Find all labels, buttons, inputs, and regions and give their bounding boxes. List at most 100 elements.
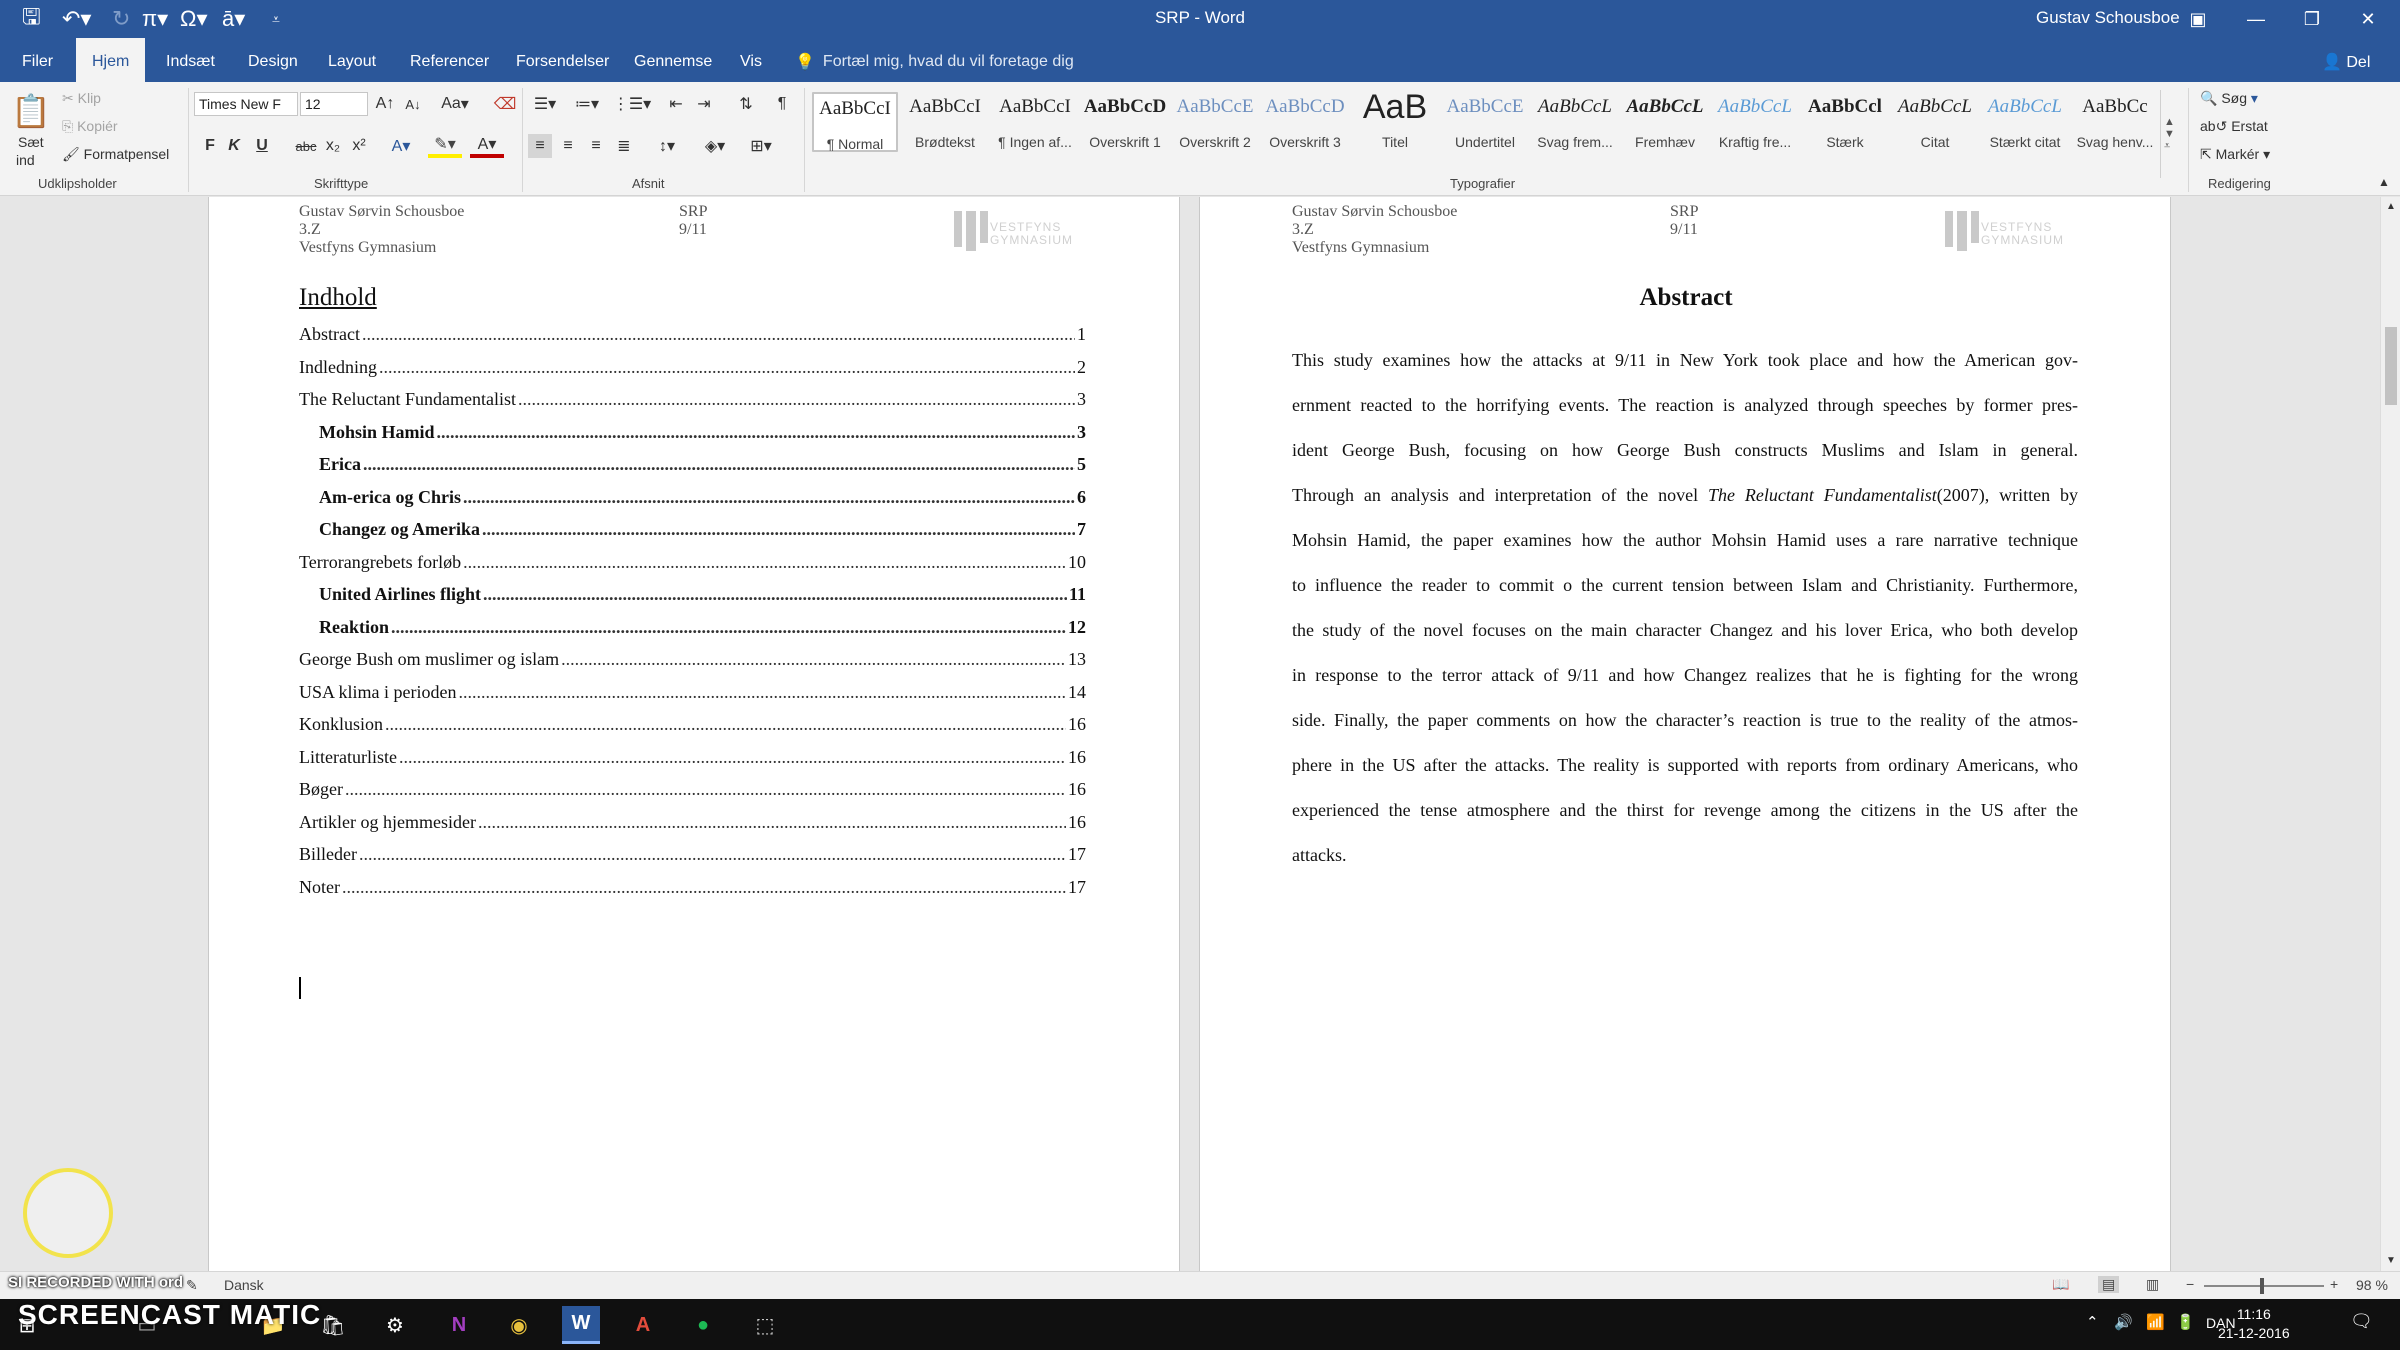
select-button[interactable]: ⇱ Markér ▾ (2200, 146, 2270, 163)
collapse-ribbon-icon[interactable]: ▲ (2376, 174, 2392, 190)
snipping-icon[interactable]: ⬚ (746, 1306, 784, 1344)
paste-icon[interactable]: 📋 (11, 88, 51, 134)
tab-hjem[interactable]: Hjem (76, 38, 146, 82)
user-name[interactable]: Gustav Schousboe (2036, 8, 2180, 28)
toc-entry[interactable]: USA klima i perioden 14 (299, 671, 1086, 703)
style-overskrift-1[interactable]: AaBbCcD Overskrift 1 (1082, 92, 1168, 152)
style-normal[interactable]: AaBbCcI ¶ Normal (812, 92, 898, 152)
tab-forsendelser[interactable]: Forsendelser (500, 38, 625, 82)
clear-formatting-icon[interactable]: ⌫ (492, 92, 518, 116)
restore-button[interactable]: ❐ (2284, 0, 2340, 38)
paste-label[interactable]: Sæt (18, 134, 44, 150)
styles-scroll[interactable]: ▲ ▼ ⩡ (2160, 90, 2178, 178)
italic-button[interactable]: K (224, 134, 244, 158)
align-center-icon[interactable]: ≡ (556, 134, 580, 158)
toc-entry[interactable]: Erica 5 (319, 443, 1086, 475)
style-kraftig-fre[interactable]: AaBbCcL Kraftig fre... (1712, 92, 1798, 152)
page-abstract[interactable]: Gustav Sørvin Schousboe 3.Z Vestfyns Gym… (1199, 197, 2171, 1271)
spotify-icon[interactable]: ● (684, 1306, 722, 1344)
toc-entry[interactable]: Indledning 2 (299, 346, 1086, 378)
find-button[interactable]: 🔍 Søg ▾ (2200, 90, 2258, 107)
print-layout-icon[interactable]: ▤ (2098, 1276, 2120, 1293)
proofing-icon[interactable]: ✎ (186, 1277, 198, 1294)
scroll-down-icon[interactable]: ▼ (2384, 1253, 2398, 1267)
increase-indent-icon[interactable]: ⇥ (692, 92, 716, 116)
tab-filer[interactable]: Filer (6, 38, 69, 82)
style-titel[interactable]: AaB Titel (1352, 92, 1438, 152)
superscript-button[interactable]: x² (348, 134, 370, 158)
toc-entry[interactable]: Terrorangrebets forløb 10 (299, 541, 1086, 573)
tab-layout[interactable]: Layout (312, 38, 392, 82)
web-layout-icon[interactable]: ▥ (2146, 1276, 2159, 1293)
text-effects-icon[interactable]: A▾ (386, 134, 416, 158)
toc-entry[interactable]: Artikler og hjemmesider 16 (299, 801, 1086, 833)
toc-entry[interactable]: Abstract 1 (299, 313, 1086, 345)
copy-button[interactable]: ⎘ Kopiér (62, 118, 118, 135)
style-ingen-af[interactable]: AaBbCcI ¶ Ingen af... (992, 92, 1078, 152)
bullets-icon[interactable]: ☰▾ (528, 92, 562, 116)
acrobat-icon[interactable]: A (624, 1306, 662, 1344)
zoom-slider[interactable] (2204, 1285, 2324, 1287)
align-left-icon[interactable]: ≡ (528, 134, 552, 158)
shading-icon[interactable]: ◈▾ (698, 134, 732, 158)
sort-icon[interactable]: ⇅ (734, 92, 758, 116)
toc-entry[interactable]: Litteraturliste 16 (299, 736, 1086, 768)
tell-me-box[interactable]: 💡 Fortæl mig, hvad du vil foretage dig (795, 52, 1074, 72)
clock[interactable]: 11:16 21-12-2016 (2218, 1305, 2290, 1343)
tab-design[interactable]: Design (232, 38, 314, 82)
bold-button[interactable]: F (200, 134, 220, 158)
borders-icon[interactable]: ⊞▾ (744, 134, 778, 158)
replace-button[interactable]: ab↺ Erstat (2200, 118, 2268, 135)
toc-entry[interactable]: Am-erica og Chris 6 (319, 476, 1086, 508)
wifi-icon[interactable]: 📶 (2146, 1313, 2165, 1331)
scroll-up-icon[interactable]: ▲ (2384, 199, 2398, 213)
strikethrough-button[interactable]: abc (292, 134, 320, 158)
style-overskrift-2[interactable]: AaBbCcE Overskrift 2 (1172, 92, 1258, 152)
align-right-icon[interactable]: ≡ (584, 134, 608, 158)
change-case-icon[interactable]: Aa ▾ (438, 92, 472, 116)
toc-entry[interactable]: Mohsin Hamid 3 (319, 411, 1086, 443)
style-overskrift-3[interactable]: AaBbCcD Overskrift 3 (1262, 92, 1348, 152)
paste-label-2[interactable]: ind (16, 152, 35, 168)
decrease-indent-icon[interactable]: ⇤ (664, 92, 688, 116)
style-citat[interactable]: AaBbCcL Citat (1892, 92, 1978, 152)
tray-chevron-icon[interactable]: ⌃ (2086, 1313, 2099, 1331)
toc-entry[interactable]: The Reluctant Fundamentalist 3 (299, 378, 1086, 410)
zoom-in-icon[interactable]: + (2330, 1276, 2338, 1292)
toc-entry[interactable]: Konklusion 16 (299, 703, 1086, 735)
volume-icon[interactable]: 🔊 (2114, 1313, 2133, 1331)
style-undertitel[interactable]: AaBbCcE Undertitel (1442, 92, 1528, 152)
toc-entry[interactable]: Changez og Amerika 7 (319, 508, 1086, 540)
style-stærk[interactable]: AaBbCcl Stærk (1802, 92, 1888, 152)
word-taskbar-icon[interactable]: W (562, 1306, 600, 1344)
zoom-slider-thumb[interactable] (2260, 1278, 2264, 1294)
line-spacing-icon[interactable]: ↕▾ (650, 134, 684, 158)
numbering-icon[interactable]: ≔▾ (570, 92, 604, 116)
subscript-button[interactable]: x₂ (322, 134, 344, 158)
grow-font-icon[interactable]: A↑ (374, 92, 396, 116)
show-formatting-icon[interactable]: ¶ (770, 92, 794, 116)
vertical-scrollbar[interactable]: ▲ ▼ (2380, 197, 2400, 1271)
cut-button[interactable]: ✂ Klip (62, 90, 101, 107)
notifications-icon[interactable]: 🗨 (2350, 1311, 2373, 1332)
zoom-out-icon[interactable]: − (2186, 1276, 2194, 1292)
style-fremhæv[interactable]: AaBbCcL Fremhæv (1622, 92, 1708, 152)
style-brødtekst[interactable]: AaBbCcI Brødtekst (902, 92, 988, 152)
highlight-icon[interactable]: ✎▾ (428, 134, 462, 158)
shrink-font-icon[interactable]: A↓ (402, 92, 424, 116)
page-toc[interactable]: Gustav Sørvin Schousboe 3.Z Vestfyns Gym… (208, 197, 1180, 1271)
toc-entry[interactable]: Billeder 17 (299, 833, 1086, 865)
multilevel-list-icon[interactable]: ⋮☰▾ (612, 92, 652, 116)
tab-referencer[interactable]: Referencer (394, 38, 505, 82)
toc-entry[interactable]: George Bush om muslimer og islam 13 (299, 638, 1086, 670)
font-color-icon[interactable]: A▾ (470, 134, 504, 158)
read-mode-icon[interactable]: 📖 (2052, 1276, 2069, 1293)
style-svag-henv[interactable]: AaBbCc Svag henv... (2072, 92, 2158, 152)
style-svag-frem[interactable]: AaBbCcL Svag frem... (1532, 92, 1618, 152)
tab-vis[interactable]: Vis (724, 38, 778, 82)
tab-gennemse[interactable]: Gennemse (618, 38, 728, 82)
font-name-combo[interactable]: Times New F (194, 92, 298, 116)
share-button[interactable]: 👤 Del (2322, 52, 2370, 72)
style-stærkt-citat[interactable]: AaBbCcL Stærkt citat (1982, 92, 2068, 152)
justify-icon[interactable]: ≣ (612, 134, 636, 158)
